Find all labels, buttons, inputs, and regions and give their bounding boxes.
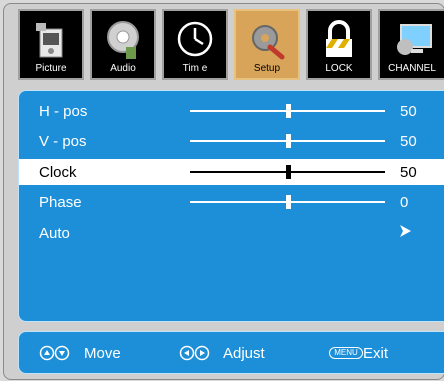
- menu-item-value: 50: [400, 133, 417, 150]
- v-pos-slider-thumb[interactable]: [285, 134, 291, 148]
- hint-exit: MENU Exit: [329, 343, 429, 363]
- tab-label: Tim e: [182, 63, 208, 74]
- menu-item-auto[interactable]: Auto: [19, 220, 444, 246]
- clock-slider-thumb[interactable]: [285, 165, 291, 179]
- menu-item-value: 50: [400, 164, 417, 181]
- menu-item-clock[interactable]: Clock 50: [19, 159, 444, 185]
- phase-slider-thumb[interactable]: [285, 195, 291, 209]
- setup-menu-panel: H - pos 50 V - pos 50 Clock 50 Phase 0 A…: [18, 90, 444, 322]
- setup-icon: [252, 25, 285, 60]
- up-down-keys-icon: [39, 345, 70, 361]
- adjust-label: Adjust: [223, 345, 265, 362]
- hint-move: Move: [39, 343, 159, 363]
- exit-label: Exit: [363, 345, 389, 362]
- menu-item-h-pos[interactable]: H - pos 50: [19, 98, 444, 124]
- tab-picture[interactable]: Picture: [18, 9, 84, 80]
- left-right-keys-icon: [179, 345, 210, 361]
- menu-item-label: V - pos: [39, 133, 87, 150]
- tab-time[interactable]: Tim e: [162, 9, 228, 80]
- tab-label: LOCK: [325, 63, 353, 74]
- menu-key-icon: MENU: [329, 347, 363, 359]
- tab-label: Audio: [110, 63, 136, 74]
- menu-item-label: Phase: [39, 194, 82, 211]
- picture-icon: [36, 23, 63, 58]
- tab-label: CHANNEL: [388, 63, 436, 74]
- menu-item-value: 50: [400, 103, 417, 120]
- tab-label: Picture: [35, 63, 67, 74]
- move-label: Move: [84, 345, 121, 362]
- tab-audio[interactable]: Audio: [90, 9, 156, 80]
- audio-icon: [107, 21, 139, 59]
- lock-icon: [326, 20, 352, 57]
- menu-item-value: 0: [400, 194, 409, 211]
- menu-item-label: Auto: [39, 225, 70, 242]
- tab-bar: Picture Audio Tim e Setup LOCK CHANNEL: [18, 9, 444, 82]
- menu-item-v-pos[interactable]: V - pos 50: [19, 128, 444, 154]
- h-pos-slider-thumb[interactable]: [285, 104, 291, 118]
- tab-label: Setup: [253, 63, 281, 74]
- tab-lock[interactable]: LOCK: [306, 9, 372, 80]
- menu-item-label: H - pos: [39, 103, 88, 120]
- clock-icon: [177, 21, 213, 57]
- arrow-right-icon[interactable]: [396, 222, 414, 240]
- hint-adjust: Adjust: [179, 343, 299, 363]
- menu-item-label: Clock: [39, 164, 77, 181]
- tab-channel[interactable]: CHANNEL: [378, 9, 444, 80]
- tab-setup[interactable]: Setup: [234, 9, 300, 80]
- channel-icon: [397, 24, 432, 55]
- help-bar: Move Adjust MENU Exit: [18, 331, 444, 374]
- menu-item-phase[interactable]: Phase 0: [19, 189, 444, 215]
